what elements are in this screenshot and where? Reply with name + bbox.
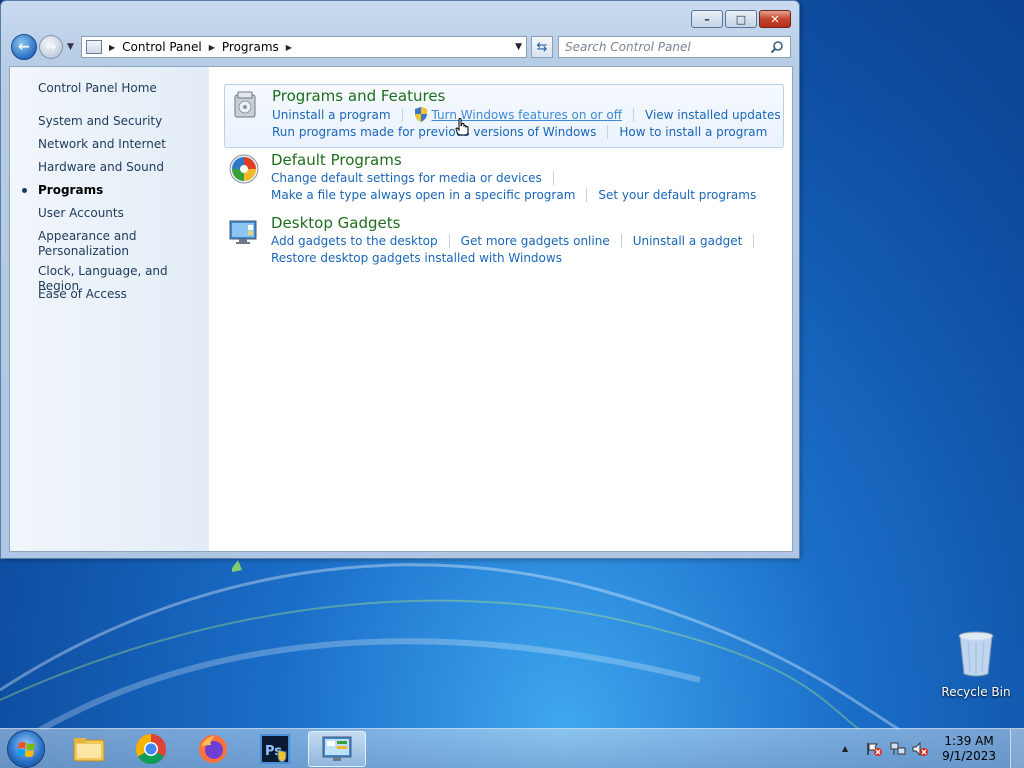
back-button[interactable]: ← xyxy=(11,34,37,60)
address-dropdown-icon[interactable]: ▼ xyxy=(515,42,522,52)
control-panel-icon xyxy=(86,40,102,54)
clock-time: 1:39 AM xyxy=(944,734,994,748)
forward-button[interactable]: → xyxy=(39,35,63,59)
category-programs-features: Programs and Features Uninstall a progra… xyxy=(224,84,784,148)
restore-gadgets-link[interactable]: Restore desktop gadgets installed with W… xyxy=(271,251,562,265)
volume-muted-icon[interactable] xyxy=(912,742,928,756)
sidebar-item-programs[interactable]: Programs xyxy=(38,183,103,198)
show-hidden-icons-icon[interactable]: ▲ xyxy=(842,744,848,753)
address-bar[interactable]: ▶ Control Panel ▶ Programs ▶ ▼ xyxy=(81,36,527,58)
view-installed-updates-link[interactable]: View installed updates xyxy=(645,108,781,122)
folder-icon xyxy=(73,738,105,762)
clock[interactable]: 1:39 AM 9/1/2023 xyxy=(942,734,996,764)
category-title[interactable]: Programs and Features xyxy=(272,87,445,105)
link-row: Restore desktop gadgets installed with W… xyxy=(271,251,562,265)
clock-date: 9/1/2023 xyxy=(942,749,996,763)
search-icon[interactable] xyxy=(770,40,784,54)
system-tray: ▲ 1:39 AM 9/1/2023 xyxy=(834,729,1024,768)
breadcrumb-programs[interactable]: Programs xyxy=(222,40,279,54)
breadcrumb-separator-icon[interactable]: ▶ xyxy=(286,43,292,52)
link-separator xyxy=(586,188,588,202)
hand-cursor-icon xyxy=(455,118,469,136)
control-panel-window: – □ ✕ ← → ▼ ▶ Control Panel ▶ Programs ▶… xyxy=(0,0,800,559)
get-more-gadgets-link[interactable]: Get more gadgets online xyxy=(461,234,610,248)
sidebar-item-appearance[interactable]: Appearance and Personalization xyxy=(38,229,136,259)
desktop-gadgets-icon xyxy=(229,220,257,244)
photoshop-icon: Ps xyxy=(260,734,290,764)
link-separator xyxy=(620,234,622,248)
recycle-bin[interactable]: Recycle Bin xyxy=(936,630,1016,699)
forward-arrow-icon: → xyxy=(45,39,57,55)
chrome-icon xyxy=(135,734,167,765)
breadcrumb-separator-icon[interactable]: ▶ xyxy=(109,43,115,52)
link-separator xyxy=(552,171,554,185)
recent-pages-dropdown[interactable]: ▼ xyxy=(67,42,74,52)
firefox-icon xyxy=(199,735,227,763)
category-title[interactable]: Default Programs xyxy=(271,151,402,169)
link-row: Uninstall a program Turn Windows feature… xyxy=(272,107,781,122)
breadcrumb-control-panel[interactable]: Control Panel xyxy=(122,40,202,54)
taskbar-explorer[interactable] xyxy=(60,731,118,767)
change-default-settings-link[interactable]: Change default settings for media or dev… xyxy=(271,171,542,185)
refresh-button[interactable]: ⇆ xyxy=(531,36,553,58)
link-separator xyxy=(401,107,403,122)
taskbar-firefox[interactable] xyxy=(184,731,242,767)
sidebar-item-hardware-sound[interactable]: Hardware and Sound xyxy=(38,160,164,175)
recycle-bin-icon xyxy=(958,631,994,677)
file-type-association-link[interactable]: Make a file type always open in a specif… xyxy=(271,188,575,202)
navigation-bar: ← → ▼ ▶ Control Panel ▶ Programs ▶ ▼ ⇆ xyxy=(9,34,793,60)
default-programs-icon xyxy=(229,154,259,184)
link-row: Make a file type always open in a specif… xyxy=(271,188,756,202)
link-separator xyxy=(448,234,450,248)
sidebar-item-network-internet[interactable]: Network and Internet xyxy=(38,137,166,152)
taskbar: Ps ▲ 1:39 AM 9/1/2023 xyxy=(0,728,1024,768)
sidebar-control-panel-home[interactable]: Control Panel Home xyxy=(38,81,157,96)
active-bullet-icon xyxy=(22,188,27,193)
windows-logo-icon xyxy=(17,742,35,757)
sidebar-item-user-accounts[interactable]: User Accounts xyxy=(38,206,124,221)
category-desktop-gadgets: Desktop Gadgets Add gadgets to the deskt… xyxy=(224,212,784,272)
refresh-icon: ⇆ xyxy=(536,39,548,55)
network-icon[interactable] xyxy=(890,742,906,756)
back-arrow-icon: ← xyxy=(18,39,30,55)
show-desktop-button[interactable] xyxy=(1010,729,1024,768)
uninstall-program-link[interactable]: Uninstall a program xyxy=(272,108,391,122)
sidebar: Control Panel Home System and Security N… xyxy=(10,67,209,551)
sidebar-item-label: Appearance and xyxy=(38,229,137,243)
set-default-programs-link[interactable]: Set your default programs xyxy=(598,188,756,202)
link-separator xyxy=(633,107,635,122)
close-button[interactable]: ✕ xyxy=(759,10,791,28)
sidebar-item-label: Personalization xyxy=(38,244,129,258)
search-box[interactable] xyxy=(558,36,791,58)
link-separator xyxy=(607,125,609,139)
sidebar-item-ease-of-access[interactable]: Ease of Access xyxy=(38,287,127,302)
uac-shield-icon xyxy=(414,107,427,122)
control-panel-icon xyxy=(322,736,352,761)
maximize-button[interactable]: □ xyxy=(725,10,757,28)
category-title[interactable]: Desktop Gadgets xyxy=(271,214,400,232)
content-area: Control Panel Home System and Security N… xyxy=(9,66,793,552)
caption-buttons: – □ ✕ xyxy=(691,10,791,28)
sidebar-item-system-security[interactable]: System and Security xyxy=(38,114,162,129)
recycle-bin-label: Recycle Bin xyxy=(941,685,1011,699)
minimize-button[interactable]: – xyxy=(691,10,723,28)
start-button[interactable] xyxy=(7,730,45,768)
search-input[interactable] xyxy=(565,40,765,54)
taskbar-chrome[interactable] xyxy=(122,731,180,767)
run-previous-programs-link[interactable]: Run programs made for previous versions … xyxy=(272,125,596,139)
programs-features-icon xyxy=(234,91,256,118)
add-gadgets-link[interactable]: Add gadgets to the desktop xyxy=(271,234,438,248)
link-row: Add gadgets to the desktop Get more gadg… xyxy=(271,234,765,248)
how-to-install-link[interactable]: How to install a program xyxy=(619,125,767,139)
taskbar-photoshop[interactable]: Ps xyxy=(246,731,304,767)
taskbar-control-panel[interactable] xyxy=(308,731,366,767)
category-default-programs: Default Programs Change default settings… xyxy=(224,149,784,209)
breadcrumb-separator-icon[interactable]: ▶ xyxy=(209,43,215,52)
link-row: Change default settings for media or dev… xyxy=(271,171,565,185)
link-separator xyxy=(753,234,755,248)
link-row: Run programs made for previous versions … xyxy=(272,125,767,139)
uninstall-gadget-link[interactable]: Uninstall a gadget xyxy=(633,234,743,248)
action-center-flag-icon[interactable] xyxy=(866,742,882,756)
